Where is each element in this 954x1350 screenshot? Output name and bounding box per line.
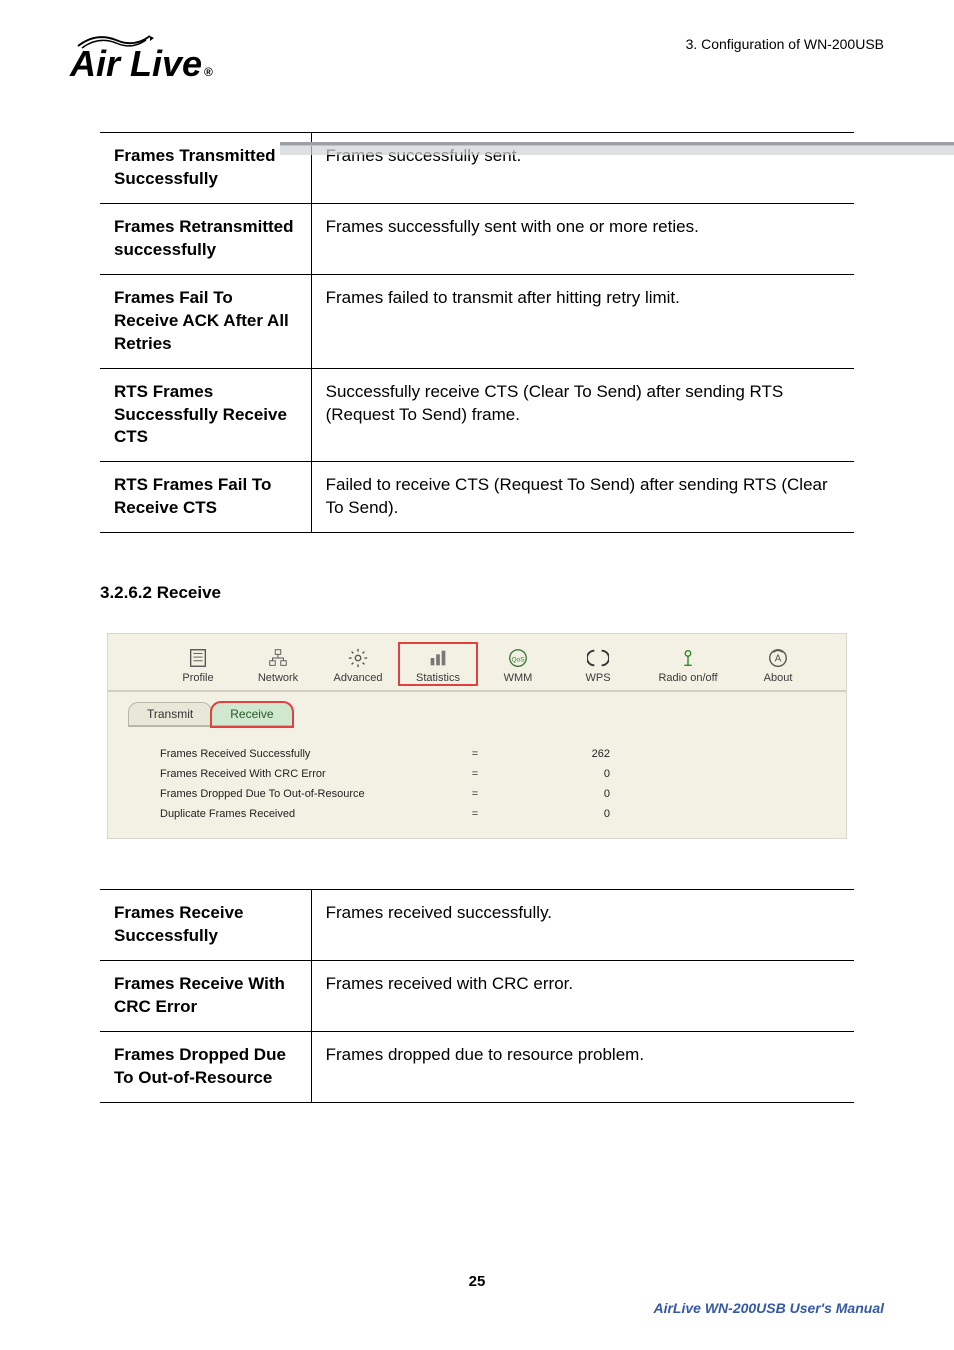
toolbar-wps[interactable]: WPS	[558, 642, 638, 686]
toolbar-radio[interactable]: Radio on/off	[638, 642, 738, 686]
equals-sign: =	[460, 765, 490, 785]
toolbar-label: Statistics	[416, 672, 460, 684]
desc-cell: Failed to receive CTS (Request To Send) …	[311, 462, 854, 533]
stats-value: 0	[490, 805, 610, 825]
statistics-icon	[427, 646, 449, 670]
page-number: 25	[0, 1273, 954, 1290]
network-icon	[267, 646, 289, 670]
stats-label: Duplicate Frames Received	[160, 805, 460, 825]
term-cell: Frames Receive Successfully	[100, 890, 311, 961]
toolbar-label: Network	[258, 672, 298, 684]
transmit-description-table: Frames Transmitted Successfully Frames s…	[100, 132, 854, 533]
tab-transmit[interactable]: Transmit	[128, 702, 212, 727]
desc-cell: Frames successfully sent with one or mor…	[311, 203, 854, 274]
logo-text: Air Live	[70, 46, 202, 82]
table-row: Frames Dropped Due To Out-of-Resource Fr…	[100, 1032, 854, 1103]
term-cell: RTS Frames Successfully Receive CTS	[100, 368, 311, 462]
footer-text: AirLive WN-200USB User's Manual	[653, 1300, 884, 1316]
table-row: Frames Retransmitted successfully Frames…	[100, 203, 854, 274]
term-cell: Frames Fail To Receive ACK After All Ret…	[100, 274, 311, 368]
toolbar-advanced[interactable]: Advanced	[318, 642, 398, 686]
receive-description-table: Frames Receive Successfully Frames recei…	[100, 889, 854, 1103]
wmm-icon: QoS	[507, 646, 529, 670]
toolbar-label: WPS	[585, 672, 610, 684]
desc-cell: Frames received with CRC error.	[311, 961, 854, 1032]
toolbar-label: Radio on/off	[658, 672, 717, 684]
stats-label: Frames Received With CRC Error	[160, 765, 460, 785]
toolbar: Profile Network Advanced Statistics	[108, 642, 846, 692]
table-row: Frames Fail To Receive ACK After All Ret…	[100, 274, 854, 368]
gear-icon	[347, 646, 369, 670]
toolbar-label: Profile	[182, 672, 213, 684]
toolbar-label: About	[764, 672, 793, 684]
header-rule-icon	[280, 132, 954, 162]
toolbar-network[interactable]: Network	[238, 642, 318, 686]
stats-row: Duplicate Frames Received = 0	[160, 805, 846, 825]
tab-receive[interactable]: Receive	[211, 702, 292, 727]
section-heading: 3.2.6.2 Receive	[100, 583, 854, 603]
stats-label: Frames Dropped Due To Out-of-Resource	[160, 785, 460, 805]
radio-icon	[677, 646, 699, 670]
stats-value: 0	[490, 785, 610, 805]
stats-row: Frames Dropped Due To Out-of-Resource = …	[160, 785, 846, 805]
desc-cell: Successfully receive CTS (Clear To Send)…	[311, 368, 854, 462]
stats-row: Frames Received With CRC Error = 0	[160, 765, 846, 785]
svg-text:A: A	[775, 654, 782, 665]
about-icon: A	[767, 646, 789, 670]
desc-cell: Frames dropped due to resource problem.	[311, 1032, 854, 1103]
toolbar-label: Advanced	[334, 672, 383, 684]
equals-sign: =	[460, 785, 490, 805]
app-screenshot: Profile Network Advanced Statistics	[107, 633, 847, 839]
stats-value: 262	[490, 745, 610, 765]
equals-sign: =	[460, 805, 490, 825]
toolbar-label: WMM	[504, 672, 533, 684]
logo: Air Live®	[70, 30, 213, 82]
desc-cell: Frames received successfully.	[311, 890, 854, 961]
wps-icon	[587, 646, 609, 670]
toolbar-wmm[interactable]: QoS WMM	[478, 642, 558, 686]
toolbar-about[interactable]: A About	[738, 642, 818, 686]
term-cell: Frames Dropped Due To Out-of-Resource	[100, 1032, 311, 1103]
profile-icon	[187, 646, 209, 670]
table-row: RTS Frames Successfully Receive CTS Succ…	[100, 368, 854, 462]
stats-label: Frames Received Successfully	[160, 745, 460, 765]
logo-reg: ®	[204, 66, 213, 78]
toolbar-profile[interactable]: Profile	[158, 642, 238, 686]
term-cell: Frames Retransmitted successfully	[100, 203, 311, 274]
subtabs: Transmit Receive	[128, 702, 846, 727]
page-header: Air Live® 3. Configuration of WN-200USB	[70, 30, 884, 82]
table-row: Frames Receive With CRC Error Frames rec…	[100, 961, 854, 1032]
table-row: Frames Receive Successfully Frames recei…	[100, 890, 854, 961]
equals-sign: =	[460, 745, 490, 765]
desc-cell: Frames failed to transmit after hitting …	[311, 274, 854, 368]
stats-row: Frames Received Successfully = 262	[160, 745, 846, 765]
svg-text:QoS: QoS	[512, 657, 525, 664]
stats-list: Frames Received Successfully = 262 Frame…	[160, 745, 846, 824]
toolbar-statistics[interactable]: Statistics	[398, 642, 478, 686]
term-cell: Frames Receive With CRC Error	[100, 961, 311, 1032]
table-row: RTS Frames Fail To Receive CTS Failed to…	[100, 462, 854, 533]
stats-value: 0	[490, 765, 610, 785]
term-cell: RTS Frames Fail To Receive CTS	[100, 462, 311, 533]
chapter-label: 3. Configuration of WN-200USB	[686, 36, 884, 52]
